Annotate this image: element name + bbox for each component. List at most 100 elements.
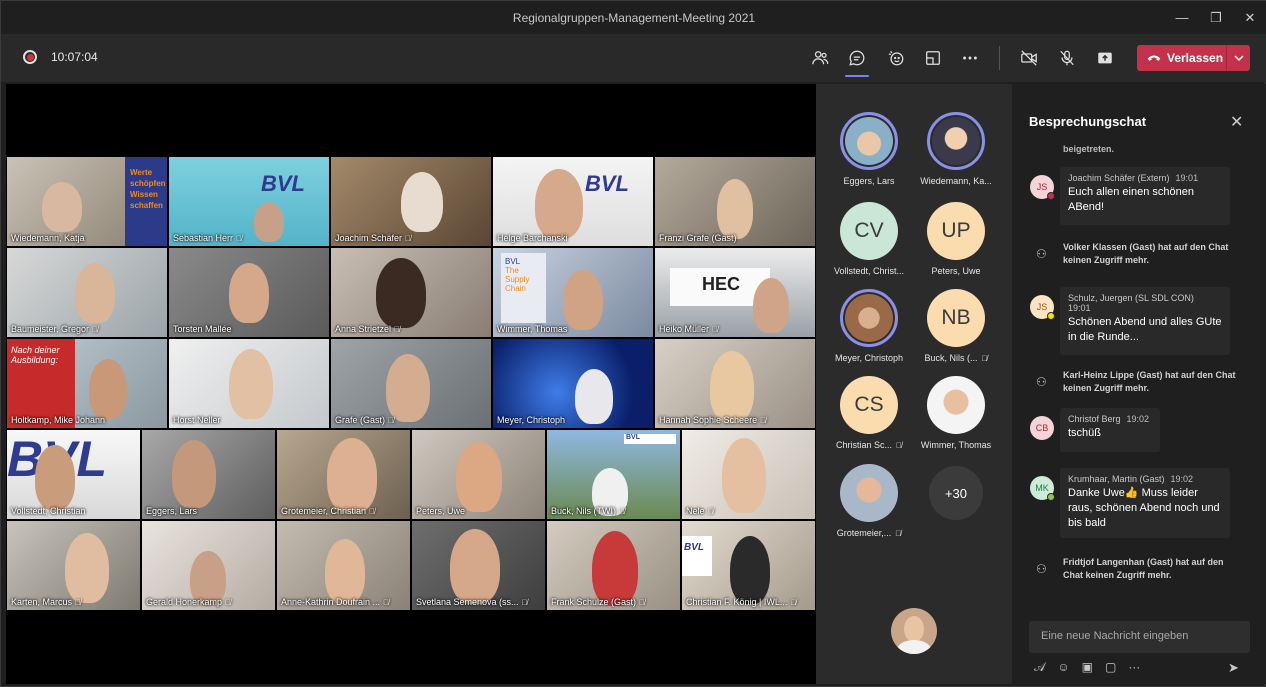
tile-name-label: Svetlana Semenova (ss... 🎙̸ xyxy=(416,597,528,607)
video-tile[interactable]: Grafe (Gast) 🎙̸ xyxy=(330,338,492,429)
roster-item[interactable]: Eggers, Lars xyxy=(821,112,917,186)
roster-item[interactable]: CS Christian Sc... 🎙̸ xyxy=(821,376,917,450)
person-remove-icon: ⚇ xyxy=(1036,247,1047,261)
mic-off-icon: 🎙̸ xyxy=(639,598,646,607)
participant-video xyxy=(229,349,273,419)
video-tile[interactable]: Nach deiner Ausbildung: Holtkamp, Mike J… xyxy=(6,338,168,429)
roster-item[interactable]: NB Buck, Nils (... 🎙̸ xyxy=(908,289,1004,363)
minimize-button[interactable]: — xyxy=(1165,1,1199,34)
people-icon[interactable] xyxy=(806,44,834,72)
message-text: Schönen Abend und alles GUte in die Rund… xyxy=(1068,316,1222,343)
meeting-toolbar: 10:07:04 Verlassen xyxy=(1,34,1266,82)
tile-name-label: Horst Neller xyxy=(173,415,221,425)
mic-off-icon[interactable] xyxy=(1053,44,1081,72)
avatar: JS xyxy=(1030,175,1055,200)
more-participants-button[interactable]: +30 xyxy=(908,466,1004,520)
window-controls: — ❐ ✕ xyxy=(1165,1,1266,34)
avatar xyxy=(927,376,985,434)
video-tile[interactable]: Baumeister, Gregor 🎙̸ xyxy=(6,247,168,338)
tile-name-label: Franzi Grafe (Gast) xyxy=(659,233,737,243)
gif-icon[interactable]: ▣ xyxy=(1082,660,1093,675)
roster-name: Eggers, Lars xyxy=(843,176,895,186)
participant-video xyxy=(89,359,127,419)
roster-item[interactable]: CV Vollstedt, Christ... xyxy=(821,202,917,276)
tile-name-label: Vollstedt, Christian xyxy=(11,506,86,516)
tile-name-label: Grafe (Gast) 🎙̸ xyxy=(335,415,395,425)
video-tile[interactable]: Anne-Kathrin Doufrain ... 🎙̸ xyxy=(276,520,411,611)
video-tile[interactable]: Nele 🎙̸ xyxy=(681,429,816,520)
more-options-icon[interactable]: ··· xyxy=(1128,660,1140,675)
participant-video xyxy=(35,445,75,510)
video-tile[interactable]: Werte schöpfen Wissen schaffen Wiedemann… xyxy=(6,156,168,247)
camera-off-icon[interactable] xyxy=(1015,44,1043,72)
roster-item[interactable]: UP Peters, Uwe xyxy=(908,202,1004,276)
avatar xyxy=(840,464,898,522)
video-tile[interactable]: Grotemeier, Christian 🎙̸ xyxy=(276,429,411,520)
maximize-button[interactable]: ❐ xyxy=(1199,1,1233,34)
chevron-down-icon[interactable] xyxy=(1227,54,1250,62)
tile-name-label: Gerald Honerkamp 🎙̸ xyxy=(146,597,232,607)
status-dot xyxy=(1047,312,1055,320)
banner-text: Werte schöpfen Wissen schaffen xyxy=(130,168,166,210)
video-tile[interactable]: Eggers, Lars xyxy=(141,429,276,520)
video-tile[interactable]: BVL The Supply Chain Wimmer, Thomas xyxy=(492,247,654,338)
avatar xyxy=(904,616,924,642)
mic-off-icon: 🎙̸ xyxy=(712,325,719,334)
video-tile[interactable]: Joachim Schäfer 🎙̸ xyxy=(330,156,492,247)
video-tile[interactable]: BVL Helge Barchanski xyxy=(492,156,654,247)
close-icon[interactable]: ✕ xyxy=(1230,112,1243,132)
share-icon[interactable] xyxy=(1091,44,1119,72)
mic-off-icon: 🎙̸ xyxy=(981,354,988,363)
mic-off-icon: 🎙̸ xyxy=(707,507,714,516)
format-icon[interactable]: 𝒜 xyxy=(1034,660,1045,675)
video-tile[interactable]: Karten, Marcus 🎙̸ xyxy=(6,520,141,611)
close-window-button[interactable]: ✕ xyxy=(1233,1,1266,34)
video-tile[interactable]: Peters, Uwe xyxy=(411,429,546,520)
video-tile[interactable]: Hannah Sophie Scheere 🎙̸ xyxy=(654,338,816,429)
leave-main[interactable]: Verlassen xyxy=(1137,45,1227,71)
rooms-icon[interactable] xyxy=(919,44,947,72)
avatar: CB xyxy=(1030,416,1054,440)
video-tile[interactable]: Franzi Grafe (Gast) xyxy=(654,156,816,247)
roster-item[interactable]: Wimmer, Thomas xyxy=(908,376,1004,450)
more-icon[interactable] xyxy=(956,44,984,72)
window-title: Regionalgruppen-Management-Meeting 2021 xyxy=(512,10,756,25)
chat-title: Besprechungschat xyxy=(1029,114,1147,129)
more-participants-count: +30 xyxy=(929,466,983,520)
avatar: JS xyxy=(1030,295,1055,320)
reactions-icon[interactable] xyxy=(882,44,910,72)
video-tile[interactable]: Frank Schulze (Gast) 🎙̸ xyxy=(546,520,681,611)
video-tile[interactable]: HEC Heiko Müller 🎙̸ xyxy=(654,247,816,338)
roster-name: Wiedemann, Ka... xyxy=(920,176,992,186)
video-tile[interactable]: Anna Strietzel 🎙̸ xyxy=(330,247,492,338)
roster-item[interactable]: Grotemeier,... 🎙̸ xyxy=(821,464,917,538)
self-video-preview[interactable] xyxy=(891,608,937,654)
send-icon[interactable]: ➤ xyxy=(1228,660,1239,676)
video-tile[interactable]: Meyer, Christoph xyxy=(492,338,654,429)
meeting-timer: 10:07:04 xyxy=(51,50,98,64)
tile-name-label: Frank Schulze (Gast) 🎙̸ xyxy=(551,597,646,607)
video-tile[interactable]: BVL Sebastian Herr 🎙̸ xyxy=(168,156,330,247)
video-tile[interactable]: Svetlana Semenova (ss... 🎙̸ xyxy=(411,520,546,611)
leave-button[interactable]: Verlassen xyxy=(1137,45,1250,71)
video-tile[interactable]: BVL Buck, Nils (TWI) 🎙̸ xyxy=(546,429,681,520)
chat-icon[interactable] xyxy=(843,44,871,77)
video-tile[interactable]: Gerald Honerkamp 🎙̸ xyxy=(141,520,276,611)
roster-item[interactable]: Wiedemann, Ka... xyxy=(908,112,1004,186)
tile-name-label: Nele 🎙̸ xyxy=(686,506,714,516)
chat-compose-input[interactable]: Eine neue Nachricht eingeben xyxy=(1029,621,1250,653)
video-tile[interactable]: Horst Neller xyxy=(168,338,330,429)
video-tile[interactable]: Torsten Mallée xyxy=(168,247,330,338)
mic-off-icon: 🎙̸ xyxy=(790,598,797,607)
video-tile[interactable]: BVL Vollstedt, Christian xyxy=(6,429,141,520)
message-meta: Christof Berg 19:02 xyxy=(1068,414,1150,424)
emoji-icon[interactable]: ☺ xyxy=(1057,660,1069,675)
participant-video xyxy=(325,539,365,604)
roster-item[interactable]: Meyer, Christoph xyxy=(821,289,917,363)
teams-meeting-window: Regionalgruppen-Management-Meeting 2021 … xyxy=(0,0,1266,687)
tile-name-label: Karten, Marcus 🎙̸ xyxy=(11,597,82,607)
participant-video xyxy=(722,438,766,513)
roster-name: Peters, Uwe xyxy=(931,266,981,276)
video-tile[interactable]: BVL Christian F. König | IWL... 🎙̸ xyxy=(681,520,816,611)
sticker-icon[interactable]: ▢ xyxy=(1105,660,1116,675)
